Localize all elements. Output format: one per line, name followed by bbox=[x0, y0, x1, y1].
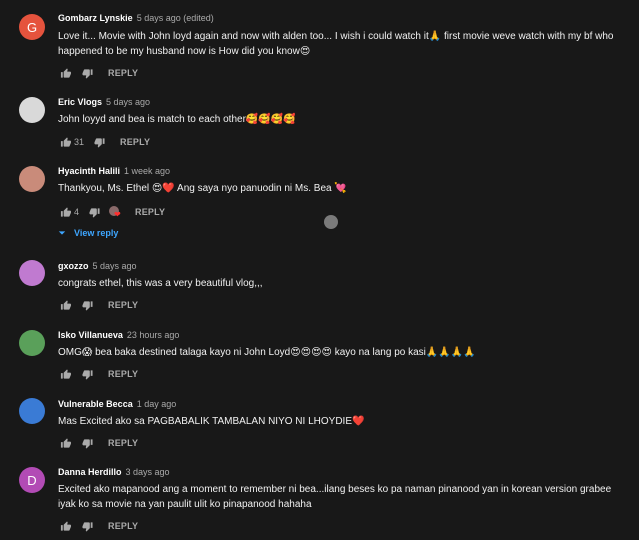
comment-time[interactable]: 23 hours ago bbox=[127, 330, 180, 340]
comment-author[interactable]: gxozzo bbox=[58, 261, 89, 271]
comment-author[interactable]: Vulnerable Becca bbox=[58, 399, 133, 409]
avatar[interactable] bbox=[19, 398, 45, 424]
thumbs-down-icon[interactable] bbox=[80, 519, 94, 533]
comment-text: Excited ako mapanood ang a moment to rem… bbox=[58, 484, 612, 510]
comment-text: John loyyd and bea is match to each othe… bbox=[58, 114, 296, 125]
reply-button[interactable]: REPLY bbox=[108, 68, 138, 78]
avatar[interactable] bbox=[19, 260, 45, 286]
comment-text: OMG😱 bea baka destined talaga kayo ni Jo… bbox=[58, 347, 476, 358]
avatar[interactable] bbox=[19, 97, 45, 123]
comment-time[interactable]: 3 days ago bbox=[126, 467, 170, 477]
comment-time[interactable]: 1 week ago bbox=[124, 166, 170, 176]
view-reply-label: View reply bbox=[74, 228, 119, 238]
comment-author[interactable]: Gombarz Lynskie bbox=[58, 13, 133, 23]
reply-button[interactable]: REPLY bbox=[108, 300, 138, 310]
avatar[interactable] bbox=[19, 330, 45, 356]
comment-text: congrats ethel, this was a very beautifu… bbox=[58, 278, 263, 289]
comment-time[interactable]: 5 days ago (edited) bbox=[137, 13, 214, 23]
reply-button[interactable]: REPLY bbox=[120, 137, 150, 147]
thumbs-up-icon[interactable] bbox=[58, 66, 72, 80]
view-reply-button[interactable]: View reply bbox=[58, 228, 118, 238]
comment-text: Thankyou, Ms. Ethel 😍❤️ Ang saya nyo pan… bbox=[58, 183, 347, 194]
comment-author[interactable]: Hyacinth Halili bbox=[58, 166, 120, 176]
thumbs-down-icon[interactable] bbox=[80, 367, 94, 381]
comment-time[interactable]: 1 day ago bbox=[137, 399, 177, 409]
thumbs-down-icon[interactable] bbox=[80, 436, 94, 450]
avatar-letter: G bbox=[26, 19, 38, 35]
comment-text: Mas Excited ako sa PAGBABALIK TAMBALAN N… bbox=[58, 416, 365, 427]
thumbs-up-icon[interactable] bbox=[58, 205, 72, 219]
thumbs-up-icon[interactable] bbox=[58, 135, 72, 149]
thumbs-up-icon[interactable] bbox=[58, 367, 72, 381]
thumbs-up-icon[interactable] bbox=[58, 298, 72, 312]
comment-author[interactable]: Isko Villanueva bbox=[58, 330, 123, 340]
comment-text: Love it... Movie with John loyd again an… bbox=[58, 31, 614, 57]
thumbs-down-icon[interactable] bbox=[80, 66, 94, 80]
thumbs-up-icon[interactable] bbox=[58, 519, 72, 533]
avatar[interactable] bbox=[19, 166, 45, 192]
thumbs-down-icon[interactable] bbox=[80, 298, 94, 312]
avatar-letter: D bbox=[27, 472, 37, 488]
comment-time[interactable]: 5 days ago bbox=[106, 97, 150, 107]
reply-button[interactable]: REPLY bbox=[108, 369, 138, 379]
thumbs-down-icon[interactable] bbox=[87, 205, 101, 219]
like-count: 31 bbox=[74, 137, 85, 147]
comment-author[interactable]: Eric Vlogs bbox=[58, 97, 102, 107]
avatar[interactable]: G bbox=[19, 14, 45, 40]
like-count: 4 bbox=[74, 207, 80, 217]
avatar[interactable]: D bbox=[19, 467, 45, 493]
reply-button[interactable]: REPLY bbox=[108, 438, 138, 448]
creator-heart-icon: ❤ bbox=[109, 206, 121, 219]
caret-down-icon bbox=[58, 231, 66, 235]
comment-author[interactable]: Danna Herdillo bbox=[58, 467, 122, 477]
reply-button[interactable]: REPLY bbox=[135, 207, 165, 217]
thumbs-up-icon[interactable] bbox=[58, 436, 72, 450]
reply-button[interactable]: REPLY bbox=[108, 521, 138, 531]
thumbs-down-icon[interactable] bbox=[92, 135, 106, 149]
mouse-cursor bbox=[324, 215, 338, 229]
comment-time[interactable]: 5 days ago bbox=[93, 261, 137, 271]
